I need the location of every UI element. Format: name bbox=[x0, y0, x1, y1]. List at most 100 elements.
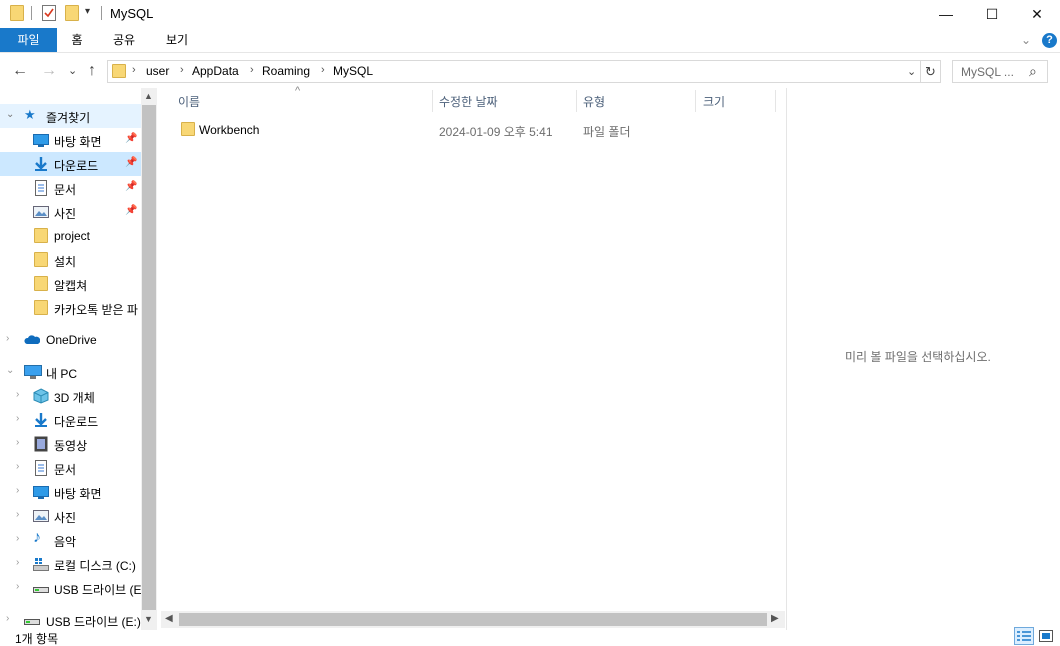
download-icon bbox=[33, 156, 49, 172]
search-placeholder: MySQL ... bbox=[961, 65, 1014, 79]
column-header-type[interactable]: 유형 bbox=[583, 93, 605, 110]
search-icon: ⌕ bbox=[1029, 63, 1037, 79]
column-header-modified[interactable]: 수정한 날짜 bbox=[439, 93, 498, 110]
sidebar-item-documents[interactable]: 문서 📌 bbox=[0, 176, 141, 200]
sidebar-quick-access[interactable]: ⌄ ★ 즐겨찾기 bbox=[0, 104, 141, 128]
sidebar-item-pc-pictures[interactable]: › 사진 bbox=[0, 504, 141, 528]
column-divider[interactable] bbox=[775, 90, 776, 112]
navigation-pane-scrollbar[interactable]: ▲ ▼ bbox=[141, 88, 157, 630]
chevron-right-icon[interactable]: › bbox=[16, 461, 19, 472]
breadcrumb-roaming[interactable]: Roaming bbox=[262, 64, 310, 78]
sidebar-item-pc-downloads[interactable]: › 다운로드 bbox=[0, 408, 141, 432]
forward-button[interactable]: → bbox=[41, 62, 57, 80]
chevron-right-icon[interactable]: › bbox=[16, 413, 19, 424]
tab-share[interactable]: 공유 bbox=[104, 28, 144, 52]
sidebar-item-pictures[interactable]: 사진 📌 bbox=[0, 200, 141, 224]
file-list-horizontal-scrollbar[interactable]: ◀ ▶ bbox=[161, 611, 785, 628]
column-divider[interactable] bbox=[695, 90, 696, 112]
chevron-right-icon[interactable]: › bbox=[16, 581, 19, 592]
close-button[interactable]: ✕ bbox=[1014, 0, 1060, 28]
sidebar-item-local-disk[interactable]: › 로컬 디스크 (C:) bbox=[0, 552, 141, 576]
column-divider[interactable] bbox=[576, 90, 577, 112]
chevron-right-icon[interactable]: › bbox=[6, 333, 9, 344]
pictures-icon bbox=[33, 204, 49, 220]
scroll-left-arrow-icon[interactable]: ◀ bbox=[165, 613, 173, 624]
maximize-button[interactable]: ☐ bbox=[969, 0, 1015, 28]
3d-objects-icon bbox=[33, 388, 49, 404]
large-icons-view-button[interactable] bbox=[1036, 627, 1056, 645]
new-folder-icon[interactable] bbox=[65, 5, 79, 22]
recent-locations-chevron-icon[interactable]: ⌄ bbox=[68, 64, 77, 77]
breadcrumb-user[interactable]: user bbox=[146, 64, 169, 78]
scroll-right-arrow-icon[interactable]: ▶ bbox=[771, 613, 779, 624]
sidebar-item-usb-drive[interactable]: › USB 드라이브 (E bbox=[0, 576, 142, 600]
folder-icon bbox=[181, 122, 195, 136]
breadcrumb-appdata[interactable]: AppData bbox=[192, 64, 239, 78]
sidebar-item-3d-objects[interactable]: › 3D 개체 bbox=[0, 384, 141, 408]
pin-icon: 📌 bbox=[125, 133, 138, 144]
window-title: MySQL bbox=[110, 6, 154, 21]
status-bar: 1개 항목 bbox=[0, 627, 1060, 646]
chevron-right-icon[interactable]: › bbox=[16, 485, 19, 496]
pictures-icon bbox=[33, 508, 49, 524]
document-icon bbox=[33, 460, 49, 476]
chevron-right-icon[interactable]: › bbox=[16, 533, 19, 544]
sidebar-item-kakaotalk[interactable]: 카카오톡 받은 파 bbox=[0, 296, 141, 320]
tab-home[interactable]: 홈 bbox=[62, 28, 92, 52]
expand-ribbon-chevron-icon[interactable]: ⌄ bbox=[1018, 28, 1034, 52]
refresh-button[interactable]: ↻ bbox=[921, 60, 941, 83]
download-icon bbox=[33, 412, 49, 428]
pin-icon: 📌 bbox=[125, 181, 138, 192]
address-dropdown-chevron-icon[interactable]: ⌄ bbox=[907, 65, 916, 78]
folder-icon bbox=[34, 228, 48, 243]
chevron-right-icon[interactable]: › bbox=[16, 437, 19, 448]
sidebar-usb-root[interactable]: › USB 드라이브 (E:) bbox=[0, 608, 141, 630]
help-icon[interactable]: ? bbox=[1042, 33, 1057, 48]
sidebar-item-pc-desktop[interactable]: › 바탕 화면 bbox=[0, 480, 141, 504]
chevron-right-icon[interactable]: › bbox=[6, 613, 9, 624]
star-icon: ★ bbox=[24, 107, 36, 122]
scrollbar-thumb[interactable] bbox=[179, 613, 767, 626]
chevron-down-icon[interactable]: ⌄ bbox=[6, 365, 14, 376]
tab-file[interactable]: 파일 bbox=[0, 28, 57, 52]
chevron-right-icon[interactable]: › bbox=[16, 509, 19, 520]
details-view-button[interactable] bbox=[1014, 627, 1034, 645]
sidebar-item-videos[interactable]: › 동영상 bbox=[0, 432, 141, 456]
sidebar-item-desktop[interactable]: 바탕 화면 📌 bbox=[0, 128, 141, 152]
sidebar-item-install[interactable]: 설치 bbox=[0, 248, 141, 272]
file-row[interactable]: Workbench 2024-01-09 오후 5:41 파일 폴더 bbox=[175, 119, 775, 141]
customize-toolbar-chevron-icon[interactable]: ▾ bbox=[85, 6, 99, 23]
sidebar-item-downloads[interactable]: 다운로드 📌 bbox=[0, 152, 141, 176]
column-header-size[interactable]: 크기 bbox=[703, 93, 725, 110]
folder-icon bbox=[34, 252, 48, 267]
videos-icon bbox=[33, 436, 49, 452]
document-icon bbox=[33, 180, 49, 196]
properties-icon[interactable] bbox=[42, 5, 56, 22]
sidebar-this-pc[interactable]: ⌄ 내 PC bbox=[0, 360, 141, 384]
column-header-name[interactable]: 이름 bbox=[178, 93, 200, 110]
separator bbox=[101, 6, 102, 20]
preview-message: 미리 볼 파일을 선택하십시오. bbox=[845, 350, 991, 364]
sidebar-item-music[interactable]: › ♪ 음악 bbox=[0, 528, 141, 552]
cloud-icon bbox=[24, 332, 41, 348]
minimize-button[interactable]: — bbox=[923, 0, 969, 28]
back-button[interactable]: ← bbox=[12, 62, 28, 80]
scrollbar-thumb[interactable] bbox=[142, 105, 156, 610]
tab-view[interactable]: 보기 bbox=[157, 28, 197, 52]
address-bar[interactable]: › user › AppData › Roaming › MySQL ⌄ bbox=[107, 60, 921, 83]
sort-ascending-icon: ^ bbox=[295, 85, 301, 97]
sidebar-item-pc-documents[interactable]: › 문서 bbox=[0, 456, 141, 480]
sidebar-onedrive[interactable]: › OneDrive bbox=[0, 328, 141, 352]
up-button[interactable]: ↑ bbox=[88, 62, 96, 80]
scroll-down-arrow-icon[interactable]: ▼ bbox=[144, 614, 153, 624]
sidebar-item-alcapture[interactable]: 알캡쳐 bbox=[0, 272, 141, 296]
chevron-right-icon[interactable]: › bbox=[16, 389, 19, 400]
column-divider[interactable] bbox=[432, 90, 433, 112]
chevron-right-icon[interactable]: › bbox=[16, 557, 19, 568]
breadcrumb-mysql[interactable]: MySQL bbox=[333, 64, 373, 78]
scroll-up-arrow-icon[interactable]: ▲ bbox=[144, 91, 153, 101]
navigation-pane: ⌄ ★ 즐겨찾기 바탕 화면 📌 다운로드 📌 문서 📌 사진 📌 projec… bbox=[0, 88, 157, 630]
sidebar-item-project[interactable]: project bbox=[0, 224, 141, 248]
search-input[interactable]: MySQL ... ⌕ bbox=[952, 60, 1048, 83]
chevron-down-icon[interactable]: ⌄ bbox=[6, 109, 14, 120]
